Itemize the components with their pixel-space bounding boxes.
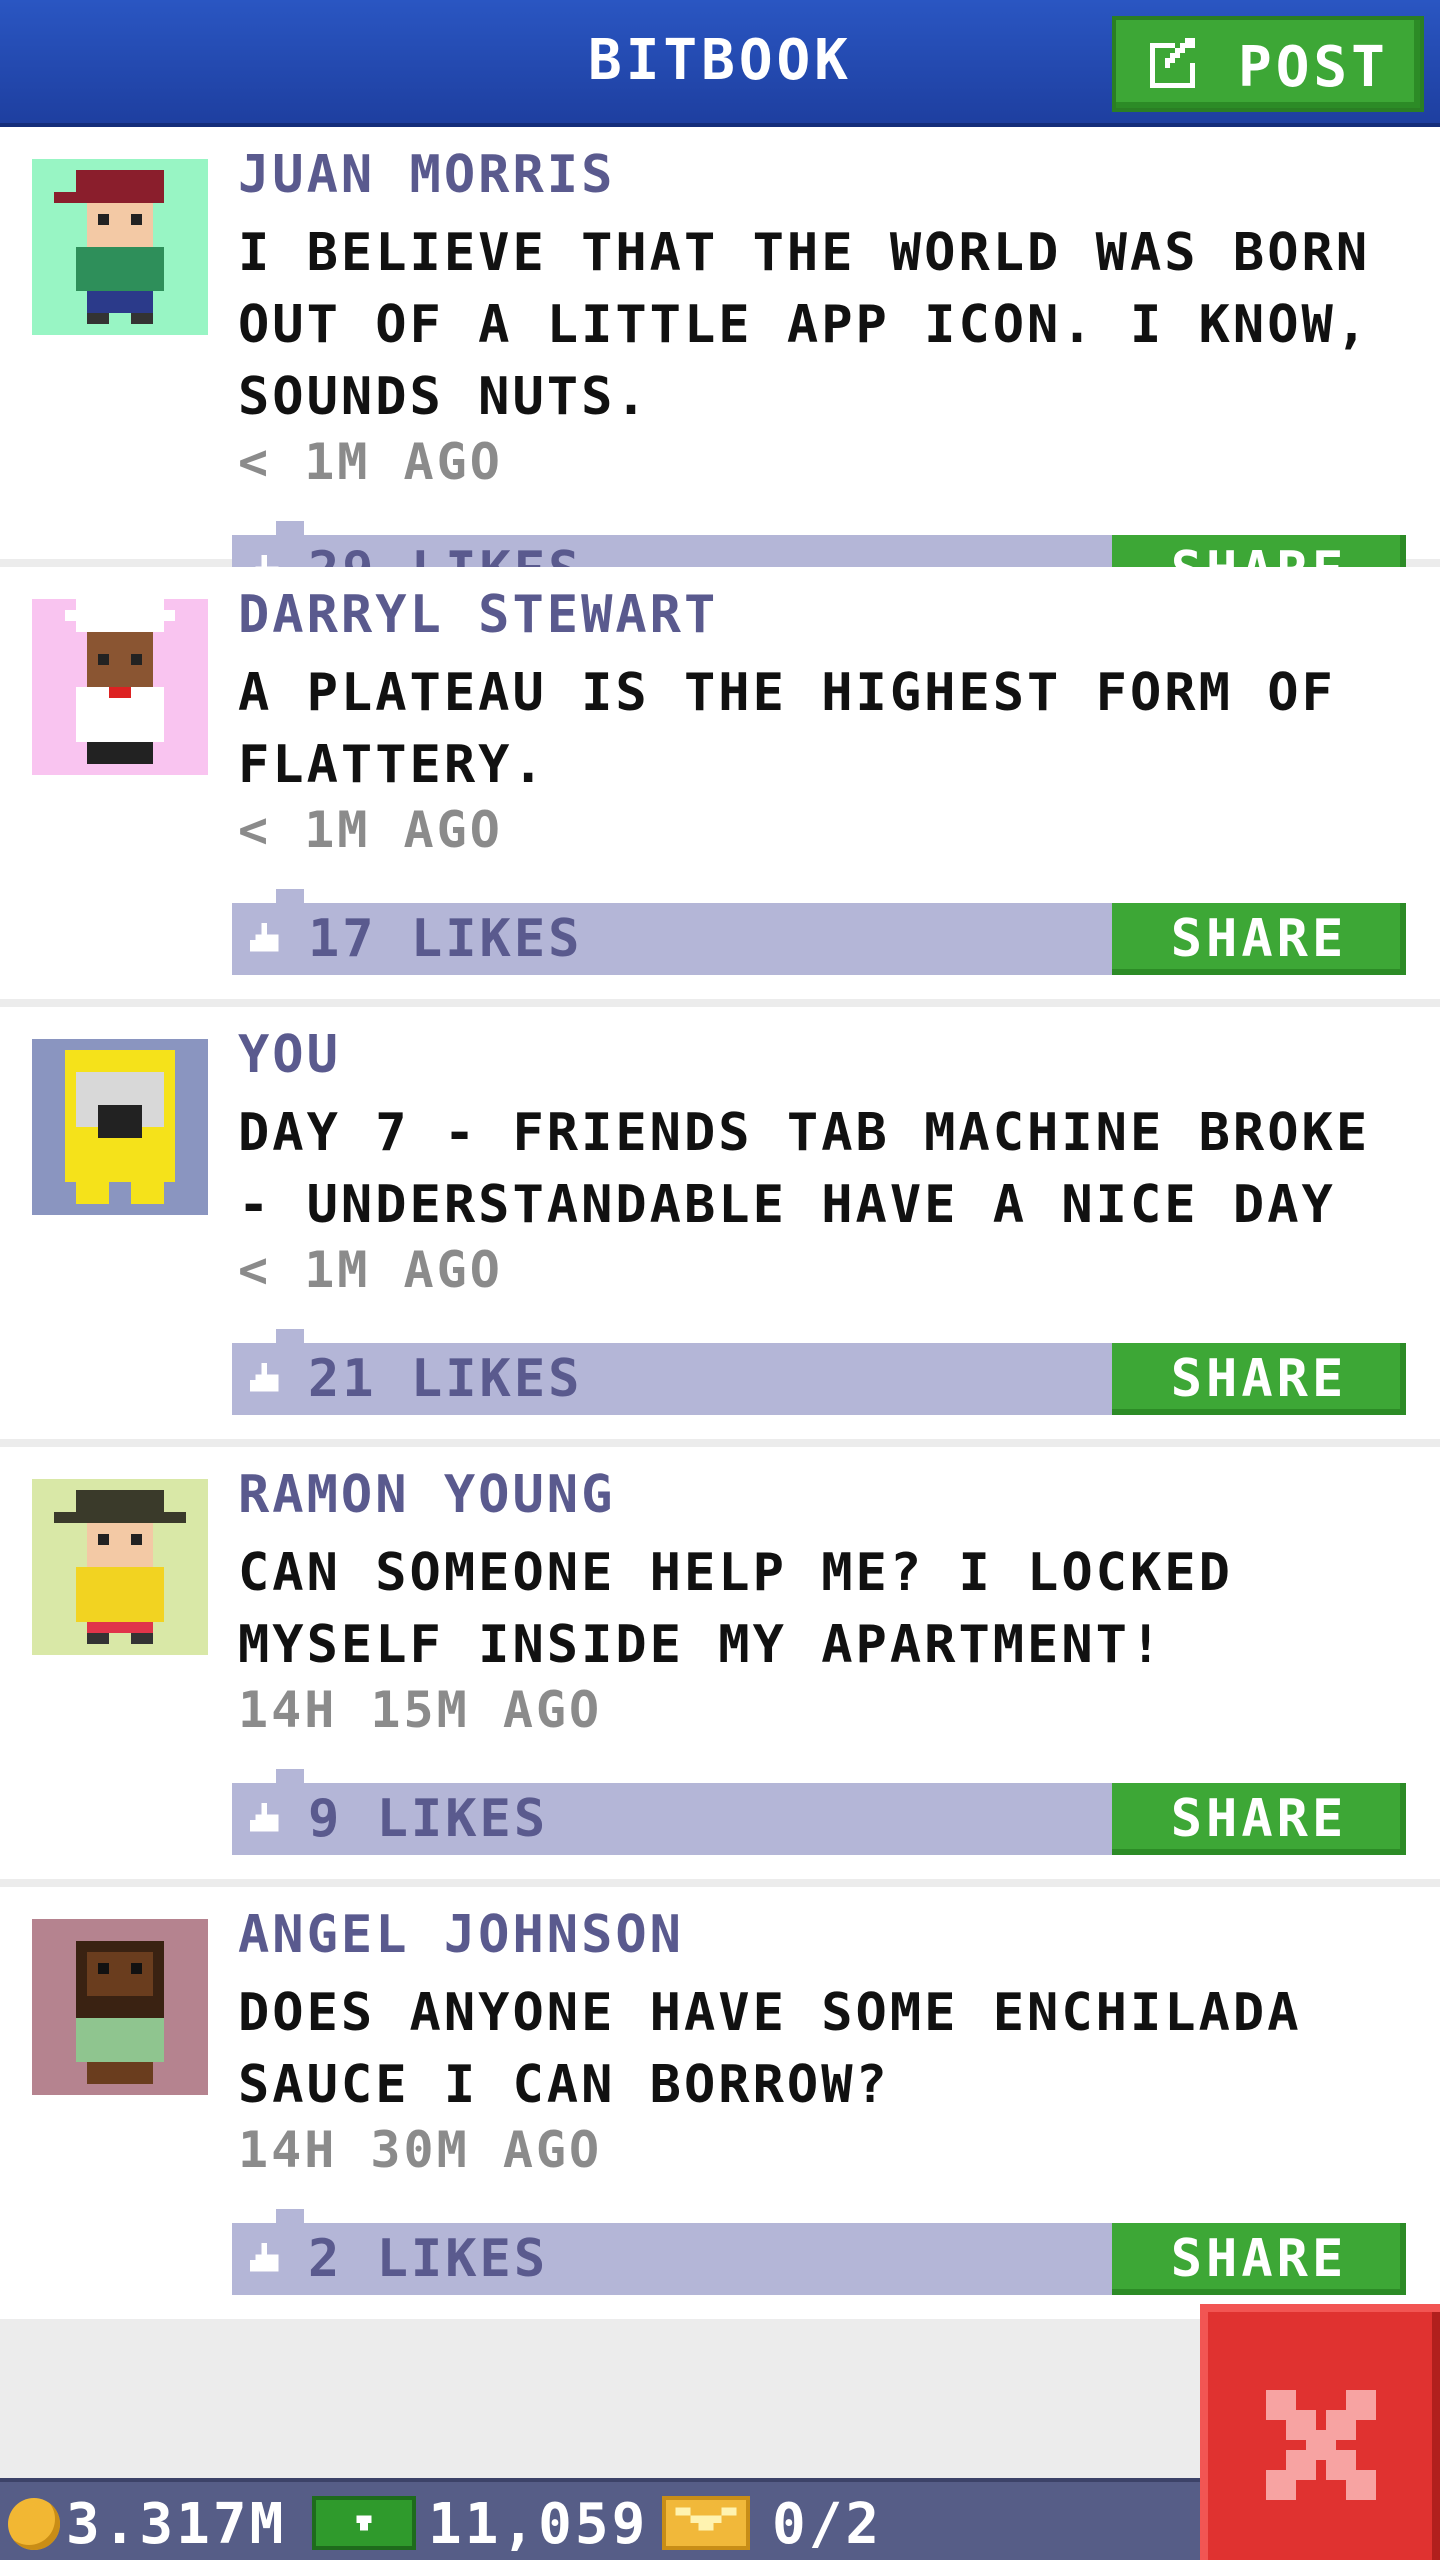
share-button[interactable]: SHARE <box>1112 1343 1406 1415</box>
avatar <box>32 1039 208 1215</box>
feed-post: DARRYL STEWART A PLATEAU IS THE HIGHEST … <box>0 567 1440 999</box>
top-bar: BITBOOK POST <box>0 0 1440 127</box>
app-title: BITBOOK <box>587 28 852 93</box>
avatar <box>32 1919 208 2095</box>
post-author: JUAN MORRIS <box>238 145 616 205</box>
feed-list: JUAN MORRIS I BELIEVE THAT THE WORLD WAS… <box>0 127 1440 2327</box>
share-button[interactable]: SHARE <box>1112 1783 1406 1855</box>
like-count: 17 LIKES <box>308 909 583 969</box>
like-bar: 21 LIKES SHARE <box>232 1329 1406 1415</box>
feed-post: JUAN MORRIS I BELIEVE THAT THE WORLD WAS… <box>0 127 1440 607</box>
post-button-label: POST <box>1238 35 1389 100</box>
post-timestamp: 14H 15M AGO <box>238 1681 603 1739</box>
coin-count: 3.317M <box>66 2492 287 2557</box>
thumbs-up-icon[interactable] <box>250 2243 284 2277</box>
share-button[interactable]: SHARE <box>1112 903 1406 975</box>
thumbs-up-icon[interactable] <box>250 1803 284 1837</box>
feed-post: ANGEL JOHNSON DOES ANYONE HAVE SOME ENCH… <box>0 1887 1440 2319</box>
avatar <box>32 1479 208 1655</box>
avatar <box>32 159 208 335</box>
vip-count: 0/2 <box>772 2492 883 2557</box>
post-timestamp: < 1M AGO <box>238 801 503 859</box>
vip-ticket-icon <box>662 2496 750 2550</box>
post-message: CAN SOMEONE HELP ME? I LOCKED MYSELF INS… <box>238 1543 1233 1675</box>
coin-icon <box>8 2498 60 2550</box>
feed-post: YOU DAY 7 - FRIENDS TAB MACHINE BROKE - … <box>0 1007 1440 1439</box>
post-button[interactable]: POST <box>1112 16 1424 112</box>
like-bar: 17 LIKES SHARE <box>232 889 1406 975</box>
post-timestamp: < 1M AGO <box>238 1241 503 1299</box>
post-author: RAMON YOUNG <box>238 1465 616 1525</box>
like-bar: 2 LIKES SHARE <box>232 2209 1406 2295</box>
close-button[interactable] <box>1200 2304 1440 2560</box>
post-message: DOES ANYONE HAVE SOME ENCHILADA SAUCE I … <box>238 1983 1302 2115</box>
post-author: DARRYL STEWART <box>238 585 719 645</box>
like-count: 9 LIKES <box>308 1789 549 1849</box>
avatar <box>32 599 208 775</box>
close-icon <box>1266 2390 1376 2500</box>
post-message: DAY 7 - FRIENDS TAB MACHINE BROKE - UNDE… <box>238 1103 1371 1235</box>
thumbs-up-icon[interactable] <box>250 923 284 957</box>
compose-icon <box>1150 38 1195 88</box>
post-author: YOU <box>238 1025 341 1085</box>
post-message: A PLATEAU IS THE HIGHEST FORM OF FLATTER… <box>238 663 1336 795</box>
like-count: 21 LIKES <box>308 1349 583 1409</box>
like-bar: 9 LIKES SHARE <box>232 1769 1406 1855</box>
bux-count: 11,059 <box>428 2492 649 2557</box>
feed-post: RAMON YOUNG CAN SOMEONE HELP ME? I LOCKE… <box>0 1447 1440 1879</box>
post-message: I BELIEVE THAT THE WORLD WAS BORN OUT OF… <box>238 223 1371 427</box>
bux-icon <box>312 2496 416 2550</box>
share-button[interactable]: SHARE <box>1112 2223 1406 2295</box>
post-timestamp: 14H 30M AGO <box>238 2121 603 2179</box>
post-author: ANGEL JOHNSON <box>238 1905 684 1965</box>
thumbs-up-icon[interactable] <box>250 1363 284 1397</box>
like-count: 2 LIKES <box>308 2229 549 2289</box>
post-timestamp: < 1M AGO <box>238 433 503 491</box>
